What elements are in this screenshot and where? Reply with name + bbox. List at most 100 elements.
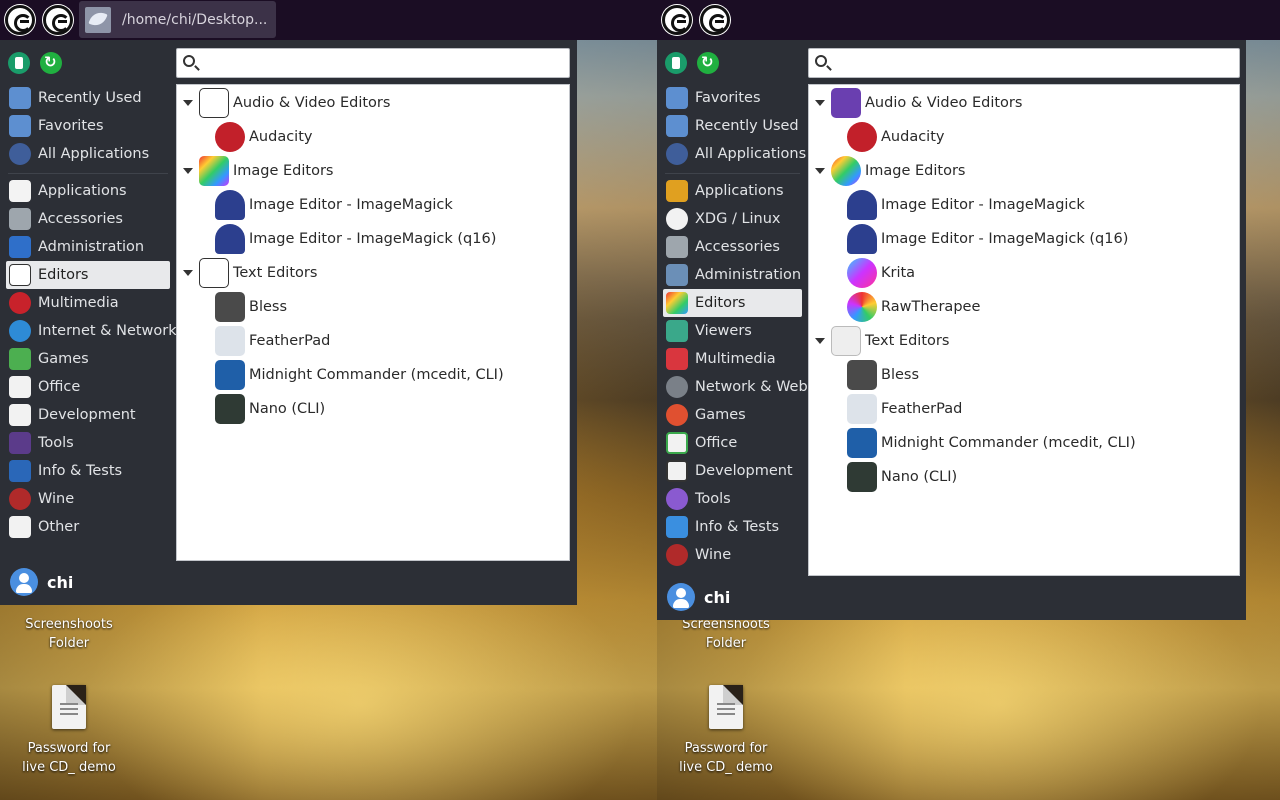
sidebar-item-accessories[interactable]: Accessories [663,233,802,261]
tree-group-text[interactable]: Text Editors [815,324,949,358]
featherpad-icon [215,326,245,356]
app-nano[interactable]: Nano (CLI) [215,392,325,426]
app-midnight-commander[interactable]: Midnight Commander (mcedit, CLI) [847,426,1136,460]
app-krita[interactable]: Krita [847,256,915,290]
logout-icon[interactable] [40,52,62,74]
launcher-logo-icon[interactable] [43,5,73,35]
search-box[interactable] [176,48,570,78]
app-label: Midnight Commander (mcedit, CLI) [881,435,1136,451]
app-imagemagick[interactable]: Image Editor - ImageMagick [847,188,1085,222]
app-tree: Audio & Video Editors Audacity Image Edi… [176,84,570,561]
sidebar-item-xdg-linux[interactable]: XDG / Linux [663,205,802,233]
sidebar-item-development[interactable]: Development [6,401,170,429]
sidebar-item-administration[interactable]: Administration [663,261,802,289]
search-box[interactable] [808,48,1240,78]
app-audacity[interactable]: Audacity [847,120,944,154]
sidebar-item-editors[interactable]: Editors [6,261,170,289]
sidebar-label: Multimedia [695,351,776,367]
app-nano[interactable]: Nano (CLI) [847,460,957,494]
sidebar-item-editors[interactable]: Editors [663,289,802,317]
sidebar-label: Development [695,463,793,479]
app-imagemagick-q16[interactable]: Image Editor - ImageMagick (q16) [847,222,1128,256]
sidebar-item-network-web[interactable]: Network & Web [663,373,808,401]
whisker-menu: Favorites Recently Used All Applications… [657,40,1246,620]
settings-manager-icon[interactable] [8,52,30,74]
expand-arrow-icon[interactable] [815,168,825,174]
sidebar-label: Recently Used [38,90,142,106]
sidebar-item-applications[interactable]: Applications [663,177,802,205]
expand-arrow-icon[interactable] [183,270,193,276]
sidebar-item-multimedia[interactable]: Multimedia [663,345,802,373]
tree-group-audio-video[interactable]: Audio & Video Editors [815,86,1022,120]
expand-arrow-icon[interactable] [815,100,825,106]
tree-group-image[interactable]: Image Editors [183,154,334,188]
app-audacity[interactable]: Audacity [215,120,312,154]
expand-arrow-icon[interactable] [183,168,193,174]
bless-icon [215,292,245,322]
imagemagick-wizard-icon [215,190,245,220]
search-input[interactable] [203,51,565,75]
desktop-file-label[interactable]: Password for live CD_ demo [671,739,781,777]
sidebar-item-all-applications[interactable]: All Applications [6,140,170,168]
settings-manager-icon[interactable] [665,52,687,74]
sidebar-item-info-tests[interactable]: Info & Tests [6,457,170,485]
expand-arrow-icon[interactable] [183,100,193,106]
sidebar-item-administration[interactable]: Administration [6,233,170,261]
app-featherpad[interactable]: FeatherPad [215,324,330,358]
expand-arrow-icon[interactable] [815,338,825,344]
sidebar-item-recently-used[interactable]: Recently Used [663,112,802,140]
tree-group-text[interactable]: Text Editors [183,256,317,290]
sidebar-item-development[interactable]: Development [663,457,802,485]
sidebar-item-other[interactable]: Other [6,513,170,541]
app-rawtherapee[interactable]: RawTherapee [847,290,980,324]
sidebar-item-recently-used[interactable]: Recently Used [6,84,170,112]
sidebar-item-favorites[interactable]: Favorites [663,84,802,112]
app-menu-logo-icon[interactable] [5,5,35,35]
desktop-folder-label[interactable]: Screenshoots Folder [14,615,124,653]
sidebar-item-internet-network[interactable]: Internet & Network [6,317,177,345]
sidebar-item-games[interactable]: Games [663,401,802,429]
sidebar-item-wine[interactable]: Wine [663,541,802,569]
multimedia-icon [666,348,688,370]
sidebar-label: Administration [38,239,145,255]
logout-icon[interactable] [697,52,719,74]
sidebar-item-tools[interactable]: Tools [6,429,170,457]
app-label: Image Editor - ImageMagick (q16) [881,231,1129,247]
all-apps-icon [666,143,688,165]
search-input[interactable] [835,51,1235,75]
sidebar-item-multimedia[interactable]: Multimedia [6,289,170,317]
sidebar-item-info-tests[interactable]: Info & Tests [663,513,802,541]
sidebar-item-wine[interactable]: Wine [6,485,170,513]
sidebar-item-tools[interactable]: Tools [663,485,802,513]
text-file-icon[interactable] [709,685,743,729]
app-midnight-commander[interactable]: Midnight Commander (mcedit, CLI) [215,358,504,392]
tree-group-image[interactable]: Image Editors [815,154,966,188]
gamepad-icon [9,348,31,370]
app-bless[interactable]: Bless [215,290,287,324]
terminal-icon [847,462,877,492]
app-featherpad[interactable]: FeatherPad [847,392,962,426]
taskbar-window-button[interactable]: /home/chi/Desktop... [79,1,276,38]
username: chi [704,587,731,607]
desktop-folder-label[interactable]: Screenshoots Folder [671,615,781,653]
launcher-logo-icon[interactable] [700,5,730,35]
sidebar-item-favorites[interactable]: Favorites [6,112,170,140]
sidebar-item-viewers[interactable]: Viewers [663,317,802,345]
sidebar-item-all-applications[interactable]: All Applications [663,140,806,168]
app-menu-logo-icon[interactable] [662,5,692,35]
desktop-file-label[interactable]: Password for live CD_ demo [14,739,124,777]
text-file-icon[interactable] [52,685,86,729]
tree-group-audio-video[interactable]: Audio & Video Editors [183,86,390,120]
app-label: FeatherPad [249,333,331,349]
app-bless[interactable]: Bless [847,358,919,392]
sidebar-item-office[interactable]: Office [6,373,170,401]
sidebar-item-office[interactable]: Office [663,429,802,457]
sidebar-item-games[interactable]: Games [6,345,170,373]
sidebar-label: Wine [695,547,732,563]
group-label: Audio & Video Editors [233,95,391,111]
app-imagemagick[interactable]: Image Editor - ImageMagick [215,188,453,222]
app-imagemagick-q16[interactable]: Image Editor - ImageMagick (q16) [215,222,496,256]
sidebar-item-accessories[interactable]: Accessories [6,205,170,233]
sidebar-item-applications[interactable]: Applications [6,177,170,205]
app-label: RawTherapee [881,299,981,315]
